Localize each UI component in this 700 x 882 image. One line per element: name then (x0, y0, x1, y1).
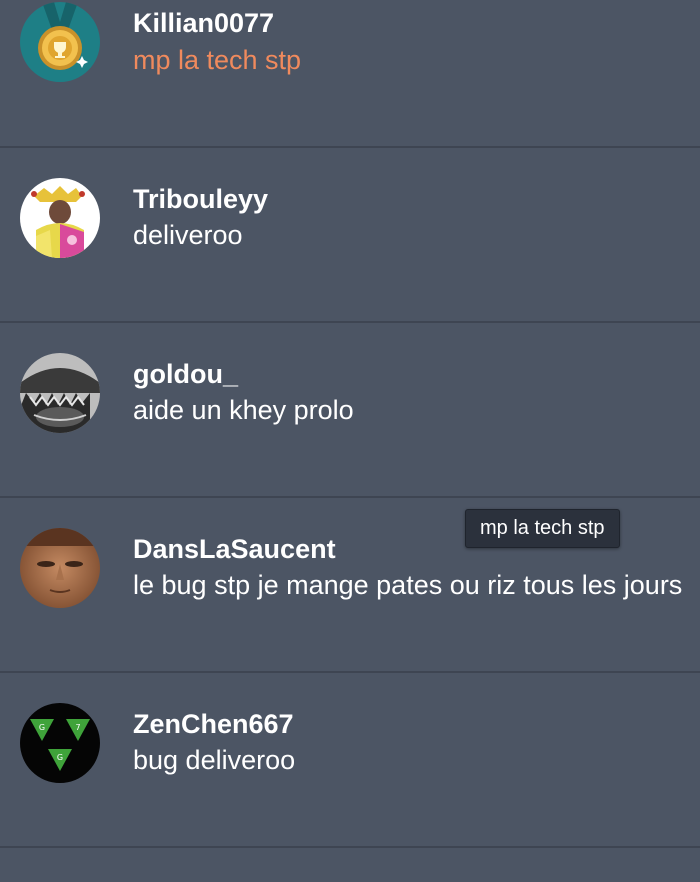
message-tooltip: mp la tech stp (465, 509, 620, 548)
face-avatar[interactable] (20, 528, 100, 608)
monster-avatar[interactable] (20, 353, 100, 433)
username: DansLaSaucent (133, 534, 336, 564)
username: goldou_ (133, 359, 238, 389)
jester-avatar[interactable] (20, 178, 100, 258)
message-preview: le bug stp je mange pates ou riz tous le… (133, 570, 683, 600)
message-preview: aide un khey prolo (133, 395, 354, 425)
username: Tribouleyy (133, 184, 269, 214)
svg-text:7: 7 (75, 723, 80, 732)
username: ZenChen667 (133, 709, 294, 739)
conversation-item-killian0077[interactable]: Killian0077 mp la tech stp (0, 0, 700, 148)
conversation-item-tribouleyy[interactable]: Tribouleyy deliveroo (0, 148, 700, 323)
svg-text:G: G (57, 753, 63, 762)
conversation-list: Killian0077 mp la tech stp Tribouleyy de… (0, 0, 700, 848)
username: Killian0077 (133, 8, 275, 38)
triangle-logo-avatar[interactable]: G 7 G (20, 703, 100, 783)
message-preview: mp la tech stp (133, 45, 302, 75)
message-preview: bug deliveroo (133, 745, 296, 775)
gold-medal-icon[interactable] (20, 2, 100, 82)
conversation-item-zenchen667[interactable]: G 7 G ZenChen667 bug deliveroo (0, 673, 700, 848)
message-preview: deliveroo (133, 220, 243, 250)
svg-text:G: G (39, 723, 45, 732)
conversation-item-goldou[interactable]: goldou_ aide un khey prolo (0, 323, 700, 498)
